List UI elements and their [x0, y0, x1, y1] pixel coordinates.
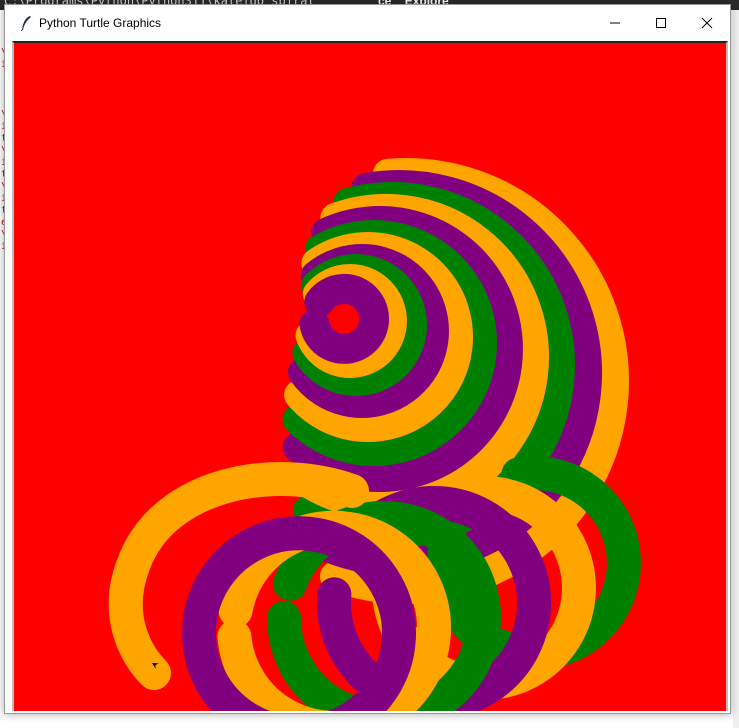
window-title: Python Turtle Graphics	[39, 16, 162, 30]
minimize-button[interactable]	[592, 5, 638, 41]
feather-icon	[20, 16, 31, 31]
title-bar[interactable]: Python Turtle Graphics	[5, 5, 730, 41]
maximize-icon	[656, 18, 666, 28]
close-icon	[701, 17, 713, 29]
maximize-button[interactable]	[638, 5, 684, 41]
close-button[interactable]	[684, 5, 730, 41]
turtle-window: Python Turtle Graphics	[4, 4, 731, 714]
turtle-canvas[interactable]	[14, 43, 726, 711]
turtle-canvas-frame	[12, 41, 728, 711]
minimize-icon	[610, 22, 620, 24]
background-right-strip	[733, 10, 739, 728]
